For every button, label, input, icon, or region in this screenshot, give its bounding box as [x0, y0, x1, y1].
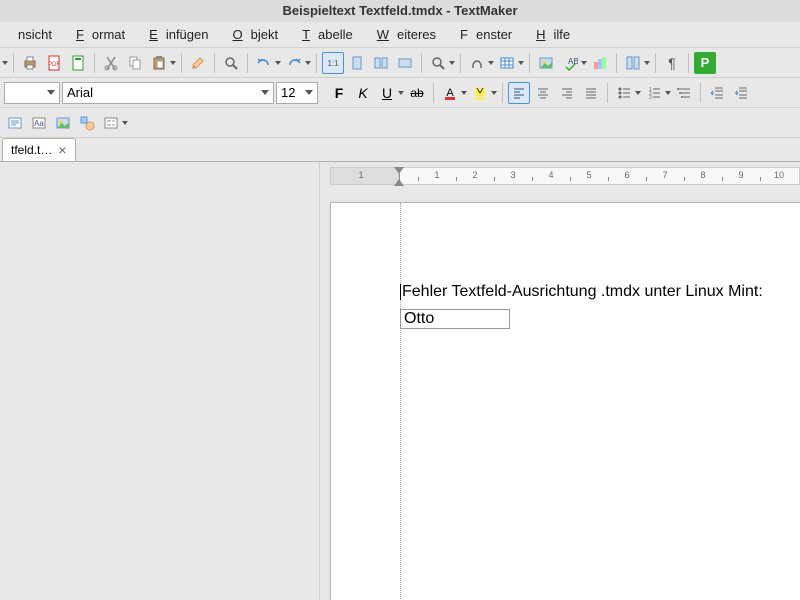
- menu-tabelle[interactable]: Tabelle: [294, 24, 369, 45]
- text-cursor: [400, 284, 401, 300]
- textbox-aa-button[interactable]: Aa: [28, 112, 50, 134]
- menu-bar: nsicht Format Einfügen Objekt Tabelle We…: [0, 22, 800, 48]
- forms-dropdown-icon[interactable]: [122, 112, 128, 134]
- text-field[interactable]: Otto: [400, 309, 510, 329]
- menu-objekt[interactable]: Objekt: [224, 24, 294, 45]
- document-area[interactable]: 1 1 2 3 4 5 6 7 8 9 1: [320, 162, 800, 600]
- left-margin-guide: [400, 203, 401, 600]
- font-size-combo[interactable]: 12: [276, 82, 318, 104]
- workspace: 1 1 2 3 4 5 6 7 8 9 1: [0, 162, 800, 600]
- horizontal-ruler[interactable]: 1 1 2 3 4 5 6 7 8 9 1: [330, 167, 800, 185]
- svg-text:PDF: PDF: [48, 62, 60, 68]
- svg-text:ABC: ABC: [568, 57, 578, 66]
- format-toolbar: Arial 12 F K U ab A 123: [0, 78, 800, 108]
- formatting-marks-button[interactable]: ¶: [661, 52, 683, 74]
- strikethrough-button[interactable]: ab: [406, 82, 428, 104]
- view-width-button[interactable]: [394, 52, 416, 74]
- insert-table-button[interactable]: [496, 52, 518, 74]
- zoom-dropdown-icon[interactable]: [449, 52, 455, 74]
- spellcheck-button[interactable]: ABC: [559, 52, 581, 74]
- menu-einfuegen[interactable]: Einfügen: [141, 24, 224, 45]
- svg-text:3: 3: [649, 95, 652, 101]
- special-char-dropdown-icon[interactable]: [488, 52, 494, 74]
- object-toolbar: Aa: [0, 108, 800, 138]
- tab-label: tfeld.t…: [11, 143, 52, 157]
- bullet-list-button[interactable]: [613, 82, 635, 104]
- view-page-button[interactable]: [346, 52, 368, 74]
- copy-button[interactable]: [124, 52, 146, 74]
- redo-button[interactable]: [283, 52, 305, 74]
- redo-dropdown-icon[interactable]: [305, 52, 311, 74]
- italic-button[interactable]: K: [352, 82, 374, 104]
- print-button[interactable]: [19, 52, 41, 74]
- textframe-button[interactable]: [4, 112, 26, 134]
- tab-close-icon[interactable]: ×: [58, 142, 66, 158]
- menu-weiteres[interactable]: Weiteres: [369, 24, 452, 45]
- font-color-dropdown-icon[interactable]: [461, 82, 467, 104]
- svg-text:1:1: 1:1: [327, 59, 339, 68]
- forms-button[interactable]: [100, 112, 122, 134]
- special-char-button[interactable]: [466, 52, 488, 74]
- svg-text:¶: ¶: [668, 55, 676, 71]
- multilevel-list-button[interactable]: [673, 82, 695, 104]
- columns-button[interactable]: [622, 52, 644, 74]
- menu-hilfe[interactable]: Hilfe: [528, 24, 586, 45]
- cut-button[interactable]: [100, 52, 122, 74]
- numbered-dropdown-icon[interactable]: [665, 82, 671, 104]
- view-1to1-button[interactable]: 1:1: [322, 52, 344, 74]
- font-color-button[interactable]: A: [439, 82, 461, 104]
- image-frame-button[interactable]: [52, 112, 74, 134]
- document-tabs: tfeld.t… ×: [0, 138, 800, 162]
- hanging-indent-marker[interactable]: [394, 179, 410, 195]
- svg-text:Aa: Aa: [34, 119, 44, 128]
- window-titlebar: Beispieltext Textfeld.tmdx - TextMaker: [0, 0, 800, 22]
- insert-image-button[interactable]: [535, 52, 557, 74]
- align-right-button[interactable]: [556, 82, 578, 104]
- shapes-button[interactable]: [76, 112, 98, 134]
- columns-dropdown-icon[interactable]: [644, 52, 650, 74]
- dropdown-icon[interactable]: [2, 52, 8, 74]
- underline-dropdown-icon[interactable]: [398, 82, 404, 104]
- text-line-1[interactable]: Fehler Textfeld-Ausrichtung .tmdx unter …: [400, 283, 800, 301]
- undo-dropdown-icon[interactable]: [275, 52, 281, 74]
- menu-fenster[interactable]: Fenster: [452, 24, 528, 45]
- highlight-dropdown-icon[interactable]: [491, 82, 497, 104]
- sidebar-panel: [0, 162, 320, 600]
- highlight-button[interactable]: [469, 82, 491, 104]
- zoom-button[interactable]: [220, 52, 242, 74]
- paste-button[interactable]: [148, 52, 170, 74]
- document-page[interactable]: Fehler Textfeld-Ausrichtung .tmdx unter …: [330, 202, 800, 600]
- style-combo[interactable]: [4, 82, 60, 104]
- format-paintbrush-button[interactable]: [187, 52, 209, 74]
- paste-dropdown-icon[interactable]: [170, 52, 176, 74]
- insert-object-button[interactable]: [589, 52, 611, 74]
- numbered-list-button[interactable]: 123: [643, 82, 665, 104]
- main-toolbar: PDF 1:1 ABC ¶ P: [0, 48, 800, 78]
- document-tab[interactable]: tfeld.t… ×: [2, 138, 76, 161]
- undo-button[interactable]: [253, 52, 275, 74]
- align-justify-button[interactable]: [580, 82, 602, 104]
- export-epub-button[interactable]: [67, 52, 89, 74]
- decrease-indent-button[interactable]: [706, 82, 728, 104]
- align-center-button[interactable]: [532, 82, 554, 104]
- bullet-dropdown-icon[interactable]: [635, 82, 641, 104]
- menu-format[interactable]: Format: [68, 24, 141, 45]
- font-combo[interactable]: Arial: [62, 82, 274, 104]
- presentation-button[interactable]: P: [694, 52, 716, 74]
- export-pdf-button[interactable]: PDF: [43, 52, 65, 74]
- document-content[interactable]: Fehler Textfeld-Ausrichtung .tmdx unter …: [400, 283, 800, 329]
- zoom-magnify-button[interactable]: [427, 52, 449, 74]
- underline-button[interactable]: U: [376, 82, 398, 104]
- menu-ansicht[interactable]: nsicht: [2, 24, 68, 45]
- increase-indent-button[interactable]: [730, 82, 752, 104]
- spellcheck-dropdown-icon[interactable]: [581, 52, 587, 74]
- align-left-button[interactable]: [508, 82, 530, 104]
- bold-button[interactable]: F: [328, 82, 350, 104]
- view-two-pages-button[interactable]: [370, 52, 392, 74]
- table-dropdown-icon[interactable]: [518, 52, 524, 74]
